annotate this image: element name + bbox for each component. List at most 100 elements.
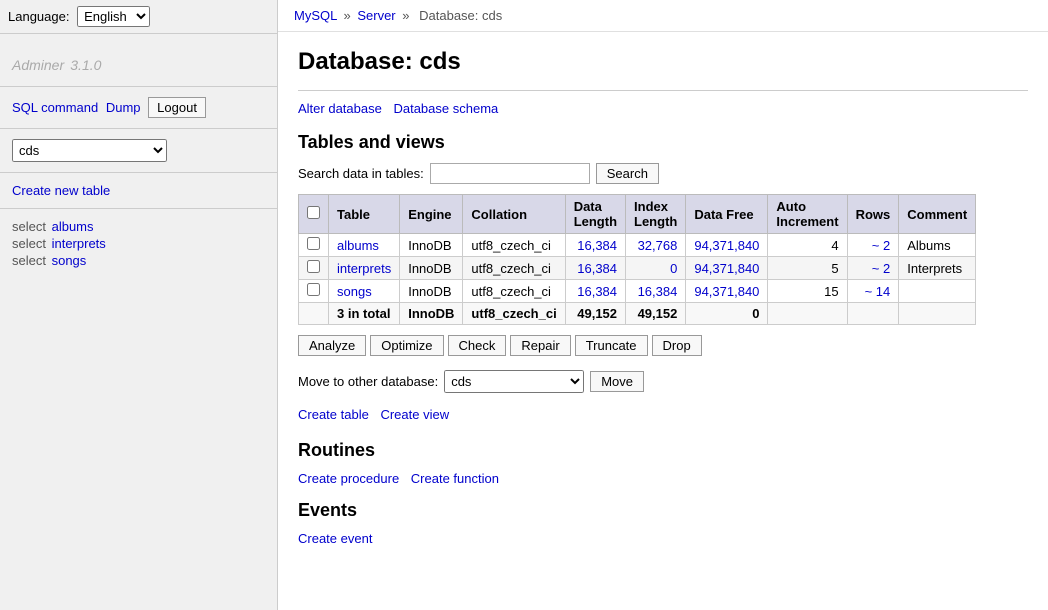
table-header-row: Table Engine Collation DataLength IndexL… bbox=[299, 195, 976, 234]
create-table-view-links: Create table Create view bbox=[298, 407, 1028, 422]
index-length-link[interactable]: 32,768 bbox=[638, 238, 678, 253]
row-comment: Interprets bbox=[899, 257, 976, 280]
drop-button[interactable]: Drop bbox=[652, 335, 702, 356]
table-link-songs[interactable]: songs bbox=[52, 253, 87, 268]
row-checkbox[interactable] bbox=[299, 280, 329, 303]
table-name-link-interprets[interactable]: interprets bbox=[337, 261, 391, 276]
index-length-link[interactable]: 0 bbox=[670, 261, 677, 276]
event-links: Create event bbox=[298, 531, 1028, 546]
table-link-interprets[interactable]: interprets bbox=[52, 236, 106, 251]
row-data-free: 94,371,840 bbox=[686, 234, 768, 257]
breadcrumb: MySQL » Server » Database: cds bbox=[278, 0, 1048, 32]
data-free-link[interactable]: 94,371,840 bbox=[694, 261, 759, 276]
routines-title: Routines bbox=[298, 440, 1028, 461]
col-collation: Collation bbox=[463, 195, 565, 234]
row-check-interprets[interactable] bbox=[307, 260, 320, 273]
row-checkbox[interactable] bbox=[299, 257, 329, 280]
optimize-button[interactable]: Optimize bbox=[370, 335, 443, 356]
data-free-link[interactable]: 94,371,840 bbox=[694, 284, 759, 299]
total-engine: InnoDB bbox=[400, 303, 463, 325]
rows-link[interactable]: ~ 2 bbox=[872, 261, 890, 276]
truncate-button[interactable]: Truncate bbox=[575, 335, 648, 356]
row-index-length: 0 bbox=[626, 257, 686, 280]
col-data-free: Data Free bbox=[686, 195, 768, 234]
row-data-length: 16,384 bbox=[565, 280, 625, 303]
language-select[interactable]: English Czech German French bbox=[77, 6, 150, 27]
data-length-link[interactable]: 16,384 bbox=[577, 261, 617, 276]
total-comment bbox=[899, 303, 976, 325]
list-item: select songs bbox=[12, 253, 265, 268]
table-name-link-songs[interactable]: songs bbox=[337, 284, 372, 299]
dump-link[interactable]: Dump bbox=[106, 100, 141, 115]
database-select-row: cds bbox=[0, 129, 277, 173]
create-event-link[interactable]: Create event bbox=[298, 531, 372, 546]
table-row: interprets InnoDB utf8_czech_ci 16,384 0… bbox=[299, 257, 976, 280]
move-db-select[interactable]: cds bbox=[444, 370, 584, 393]
select-label-1: select bbox=[12, 219, 46, 234]
total-index-length: 49,152 bbox=[626, 303, 686, 325]
row-check-albums[interactable] bbox=[307, 237, 320, 250]
search-button[interactable]: Search bbox=[596, 163, 659, 184]
analyze-button[interactable]: Analyze bbox=[298, 335, 366, 356]
create-table-link[interactable]: Create table bbox=[298, 407, 369, 422]
rows-link[interactable]: ~ 14 bbox=[865, 284, 891, 299]
row-check-songs[interactable] bbox=[307, 283, 320, 296]
routine-links: Create procedure Create function bbox=[298, 471, 1028, 486]
move-button[interactable]: Move bbox=[590, 371, 644, 392]
total-auto-increment bbox=[768, 303, 847, 325]
col-comment: Comment bbox=[899, 195, 976, 234]
row-engine: InnoDB bbox=[400, 280, 463, 303]
breadcrumb-server[interactable]: Server bbox=[357, 8, 395, 23]
database-schema-link[interactable]: Database schema bbox=[393, 101, 498, 116]
row-engine: InnoDB bbox=[400, 234, 463, 257]
row-auto-increment: 15 bbox=[768, 280, 847, 303]
row-table-name: albums bbox=[329, 234, 400, 257]
row-checkbox[interactable] bbox=[299, 234, 329, 257]
repair-button[interactable]: Repair bbox=[510, 335, 570, 356]
data-length-link[interactable]: 16,384 bbox=[577, 238, 617, 253]
sql-command-link[interactable]: SQL command bbox=[12, 100, 98, 115]
total-collation: utf8_czech_ci bbox=[463, 303, 565, 325]
col-engine: Engine bbox=[400, 195, 463, 234]
row-auto-increment: 4 bbox=[768, 234, 847, 257]
create-procedure-link[interactable]: Create procedure bbox=[298, 471, 399, 486]
row-rows: ~ 2 bbox=[847, 257, 899, 280]
routines-section: Routines Create procedure Create functio… bbox=[298, 440, 1028, 486]
rows-link[interactable]: ~ 2 bbox=[872, 238, 890, 253]
database-select[interactable]: cds bbox=[12, 139, 167, 162]
check-button[interactable]: Check bbox=[448, 335, 507, 356]
total-checkbox-cell bbox=[299, 303, 329, 325]
main-content-area: MySQL » Server » Database: cds Database:… bbox=[278, 0, 1048, 610]
language-selector-row: Language: English Czech German French bbox=[0, 0, 277, 34]
col-data-length: DataLength bbox=[565, 195, 625, 234]
table-row: songs InnoDB utf8_czech_ci 16,384 16,384… bbox=[299, 280, 976, 303]
page-title: Database: cds bbox=[298, 48, 1028, 76]
row-data-length: 16,384 bbox=[565, 257, 625, 280]
breadcrumb-sep1: » bbox=[343, 8, 350, 23]
app-title-area: Adminer 3.1.0 bbox=[0, 34, 277, 87]
create-new-table-link[interactable]: Create new table bbox=[12, 183, 110, 198]
search-row: Search data in tables: Search bbox=[298, 163, 1028, 184]
move-db-row: Move to other database: cds Move bbox=[298, 370, 1028, 393]
row-table-name: interprets bbox=[329, 257, 400, 280]
search-input[interactable] bbox=[430, 163, 590, 184]
index-length-link[interactable]: 16,384 bbox=[638, 284, 678, 299]
list-item: select albums bbox=[12, 219, 265, 234]
row-data-free: 94,371,840 bbox=[686, 280, 768, 303]
breadcrumb-mysql[interactable]: MySQL bbox=[294, 8, 337, 23]
col-rows: Rows bbox=[847, 195, 899, 234]
table-link-albums[interactable]: albums bbox=[52, 219, 94, 234]
logout-button[interactable]: Logout bbox=[148, 97, 206, 118]
table-name-link-albums[interactable]: albums bbox=[337, 238, 379, 253]
sidebar-top-links: SQL command Dump Logout bbox=[0, 87, 277, 129]
data-free-link[interactable]: 94,371,840 bbox=[694, 238, 759, 253]
create-function-link[interactable]: Create function bbox=[411, 471, 499, 486]
data-length-link[interactable]: 16,384 bbox=[577, 284, 617, 299]
create-view-link[interactable]: Create view bbox=[380, 407, 449, 422]
total-rows bbox=[847, 303, 899, 325]
alter-database-link[interactable]: Alter database bbox=[298, 101, 382, 116]
create-table-link-area: Create new table bbox=[0, 173, 277, 209]
events-section: Events Create event bbox=[298, 500, 1028, 546]
select-all-checkbox[interactable] bbox=[307, 206, 320, 219]
row-comment: Albums bbox=[899, 234, 976, 257]
